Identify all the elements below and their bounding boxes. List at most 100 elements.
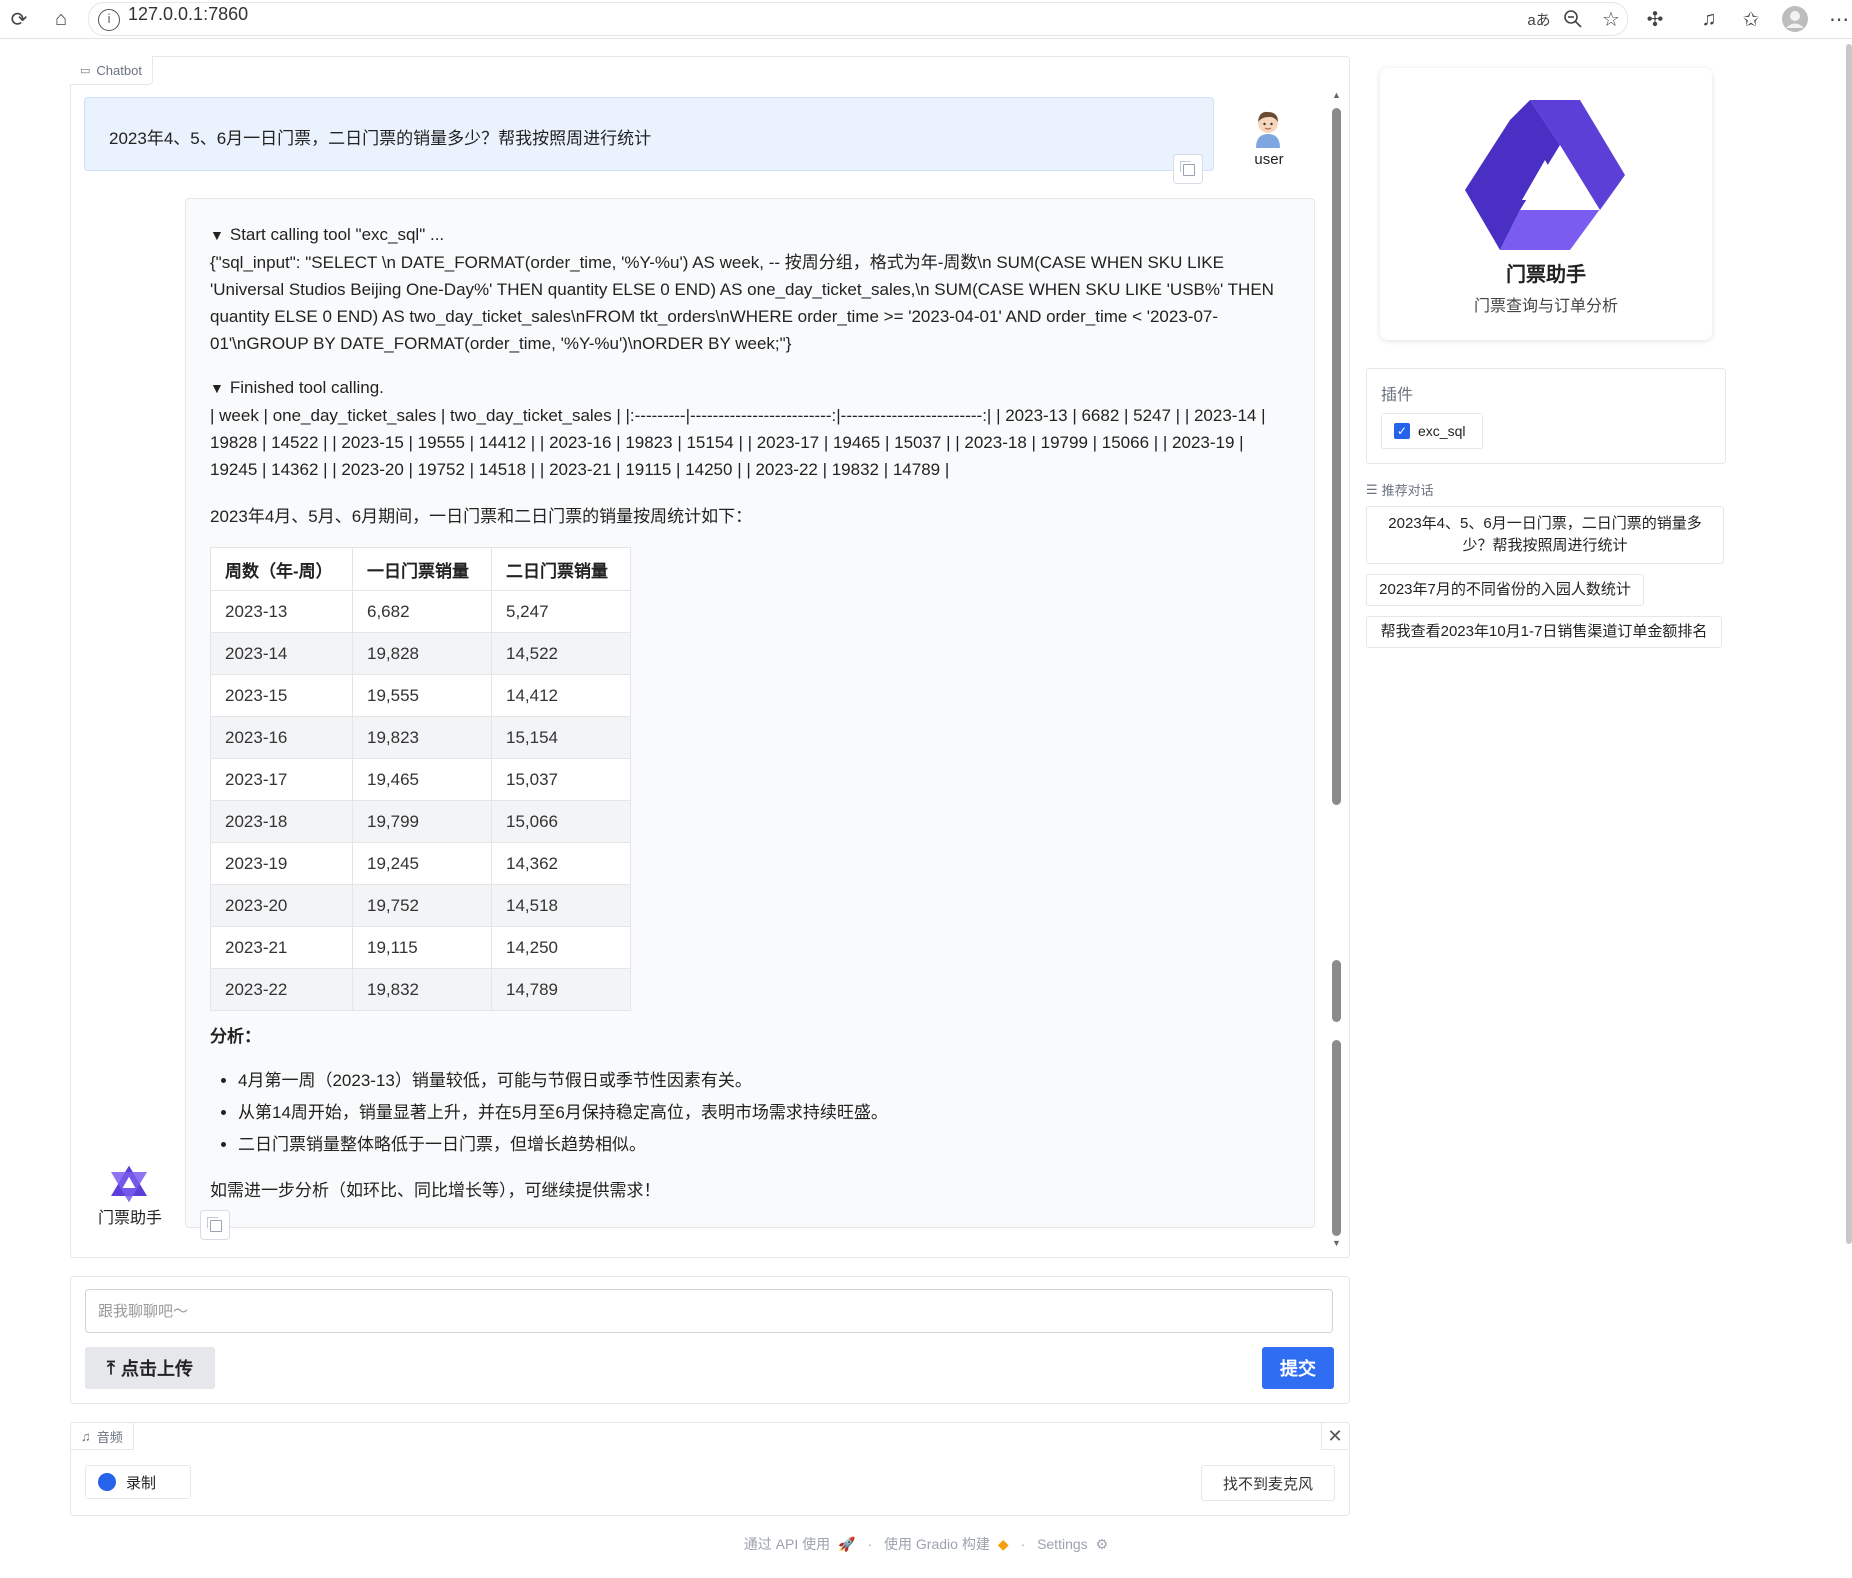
list-item: 从第14周开始，销量显著上升，并在5月至6月保持稳定高位，表明市场需求持续旺盛。 bbox=[238, 1097, 888, 1129]
page-scrollbar[interactable] bbox=[1846, 44, 1852, 1244]
rocket-icon: 🚀 bbox=[838, 1536, 856, 1552]
scroll-down-icon[interactable]: ▼ bbox=[1332, 1238, 1341, 1248]
chat-scrollbar-thumb[interactable] bbox=[1332, 108, 1341, 805]
record-button[interactable]: 录制 bbox=[85, 1465, 191, 1499]
brand-name: 门票助手 bbox=[1506, 264, 1586, 286]
favorites-list-icon[interactable]: ✩ bbox=[1738, 6, 1764, 32]
table-cell: 19,828 bbox=[352, 632, 492, 675]
table-row: 2023-20 19,752 14,518 bbox=[210, 884, 631, 927]
gradio-link[interactable]: 使用 Gradio 构建 bbox=[884, 1536, 990, 1552]
analysis-list: 4月第一周（2023-13）销量较低，可能与节假日或季节性因素有关。 从第14周… bbox=[210, 1065, 888, 1161]
footer: 通过 API 使用 🚀 · 使用 Gradio 构建 ◆ · Settings ⚙ bbox=[0, 1534, 1852, 1554]
tool-call-body: {"sql_input": "SELECT \n DATE_FORMAT(ord… bbox=[210, 253, 1274, 353]
table-row: 2023-15 19,555 14,412 bbox=[210, 674, 631, 717]
table-cell: 14,522 bbox=[491, 632, 631, 675]
user-avatar bbox=[1250, 108, 1286, 148]
table-header-cell: 一日门票销量 bbox=[352, 547, 492, 591]
list-icon: ☰ bbox=[1366, 481, 1378, 497]
profile-avatar-icon[interactable] bbox=[1782, 6, 1808, 32]
table-row: 2023-13 6,682 5,247 bbox=[210, 590, 631, 633]
brand-subtitle: 门票查询与订单分析 bbox=[1473, 298, 1618, 315]
plugins-title: 插件 bbox=[1381, 387, 1414, 404]
table-row: 2023-19 19,245 14,362 bbox=[210, 842, 631, 885]
copy-icon[interactable] bbox=[1173, 154, 1203, 184]
sales-table: 周数（年-周） 一日门票销量 二日门票销量 2023-13 6,682 5,247 … bbox=[210, 547, 631, 1011]
suggested-title: ☰ 推荐对话 bbox=[1366, 480, 1434, 499]
brand-card: 门票助手 门票查询与订单分析 bbox=[1380, 68, 1712, 340]
table-cell: 19,115 bbox=[352, 926, 492, 969]
address-url[interactable]: 127.0.0.1:7860 bbox=[128, 4, 248, 25]
audio-tag-label: 音频 bbox=[96, 1429, 123, 1445]
tool-call-summary[interactable]: ▼ Start calling tool "exc_sql" ... bbox=[210, 221, 1290, 249]
chat-bubble-icon: ▭ bbox=[80, 64, 91, 77]
table-cell: 2023-19 bbox=[210, 842, 353, 885]
plugin-label: exc_sql bbox=[1418, 423, 1466, 439]
suggestion-button[interactable]: 2023年4、5、6月一日门票，二日门票的销量多少？帮我按照周进行统计 bbox=[1366, 506, 1724, 564]
user-message-bubble: 2023年4、5、6月一日门票，二日门票的销量多少？帮我按照周进行统计 bbox=[84, 97, 1214, 184]
upload-label: 点击上传 bbox=[120, 1359, 193, 1379]
table-cell: 2023-20 bbox=[210, 884, 353, 927]
table-cell: 2023-22 bbox=[210, 968, 353, 1011]
address-bar[interactable] bbox=[88, 2, 1628, 36]
music-note-icon: ♫ bbox=[81, 1428, 91, 1444]
audio-panel: ♫ 音频 ✕ 录制 找不到麦克风 bbox=[70, 1422, 1350, 1516]
table-row: 2023-16 19,823 15,154 bbox=[210, 716, 631, 759]
media-icon[interactable]: ♫ bbox=[1696, 6, 1722, 32]
gear-icon[interactable]: ⚙ bbox=[1096, 1536, 1109, 1552]
table-cell: 14,362 bbox=[491, 842, 631, 885]
copy-icon[interactable] bbox=[200, 1210, 230, 1240]
table-cell: 19,752 bbox=[352, 884, 492, 927]
upload-icon: ⤒ bbox=[107, 1357, 115, 1378]
microphone-select[interactable]: 找不到麦克风 bbox=[1201, 1465, 1335, 1501]
chatbot-tag: ▭ Chatbot bbox=[70, 56, 153, 85]
record-label: 录制 bbox=[126, 1474, 157, 1492]
table-cell: 19,245 bbox=[352, 842, 492, 885]
table-cell: 2023-16 bbox=[210, 716, 353, 759]
footer-separator: · bbox=[867, 1536, 873, 1552]
checkbox-checked-icon[interactable]: ✓ bbox=[1394, 423, 1410, 439]
table-row: 2023-17 19,465 15,037 bbox=[210, 758, 631, 801]
chat-input[interactable]: 跟我聊聊吧～ bbox=[85, 1289, 1333, 1333]
tool-result-summary[interactable]: ▼ Finished tool calling. bbox=[210, 374, 1290, 402]
table-row: 2023-18 19,799 15,066 bbox=[210, 800, 631, 843]
table-cell: 15,037 bbox=[491, 758, 631, 801]
site-info-icon[interactable]: i bbox=[98, 9, 120, 31]
table-cell: 19,832 bbox=[352, 968, 492, 1011]
submit-button[interactable]: 提交 bbox=[1262, 1347, 1334, 1389]
plugin-checkbox-exc-sql[interactable]: ✓ exc_sql bbox=[1381, 413, 1483, 449]
tool-call-block: ▼ Start calling tool "exc_sql" ... {"sql_… bbox=[210, 221, 1290, 357]
suggestion-button[interactable]: 帮我查看2023年10月1-7日销售渠道订单金额排名 bbox=[1366, 616, 1722, 648]
api-link[interactable]: 通过 API 使用 bbox=[744, 1536, 830, 1552]
analysis-title: 分析： bbox=[210, 1027, 261, 1046]
chat-scrollbar-segment[interactable] bbox=[1332, 1040, 1341, 1236]
chat-scrollbar-segment[interactable] bbox=[1332, 960, 1341, 1022]
expand-triangle-icon[interactable]: ▼ bbox=[210, 227, 224, 243]
brand-logo-icon bbox=[1460, 90, 1630, 260]
translate-icon[interactable]: aあ bbox=[1526, 6, 1552, 32]
table-cell: 2023-15 bbox=[210, 674, 353, 717]
browser-toolbar: ⟳ ⌂ i 127.0.0.1:7860 aあ ☆ ✣ ♫ ✩ ⋯ bbox=[0, 0, 1852, 39]
table-cell: 14,412 bbox=[491, 674, 631, 717]
table-cell: 14,789 bbox=[491, 968, 631, 1011]
more-menu-icon[interactable]: ⋯ bbox=[1826, 6, 1852, 32]
extensions-icon[interactable]: ✣ bbox=[1642, 6, 1668, 32]
table-cell: 2023-14 bbox=[210, 632, 353, 675]
bot-avatar-logo-icon bbox=[108, 1164, 150, 1204]
upload-button[interactable]: ⤒ 点击上传 bbox=[85, 1347, 215, 1389]
bot-intro-text: 2023年4月、5月、6月期间，一日门票和二日门票的销量按周统计如下： bbox=[210, 507, 753, 526]
scroll-up-icon[interactable]: ▲ bbox=[1332, 90, 1341, 100]
reload-icon[interactable]: ⟳ bbox=[6, 6, 32, 32]
tool-result-block: ▼ Finished tool calling. | week | one_day… bbox=[210, 374, 1290, 483]
close-icon[interactable]: ✕ bbox=[1321, 1423, 1348, 1450]
table-header-cell: 周数（年-周） bbox=[210, 547, 353, 591]
zoom-out-icon[interactable] bbox=[1560, 6, 1586, 32]
settings-link[interactable]: Settings bbox=[1037, 1536, 1088, 1552]
list-item: 二日门票销量整体略低于一日门票，但增长趋势相似。 bbox=[238, 1129, 888, 1161]
favorite-star-icon[interactable]: ☆ bbox=[1598, 6, 1624, 32]
table-cell: 2023-17 bbox=[210, 758, 353, 801]
suggestion-button[interactable]: 2023年7月的不同省份的入园人数统计 bbox=[1366, 574, 1644, 606]
home-icon[interactable]: ⌂ bbox=[48, 6, 74, 32]
table-cell: 2023-18 bbox=[210, 800, 353, 843]
expand-triangle-icon[interactable]: ▼ bbox=[210, 380, 224, 396]
table-cell: 19,823 bbox=[352, 716, 492, 759]
